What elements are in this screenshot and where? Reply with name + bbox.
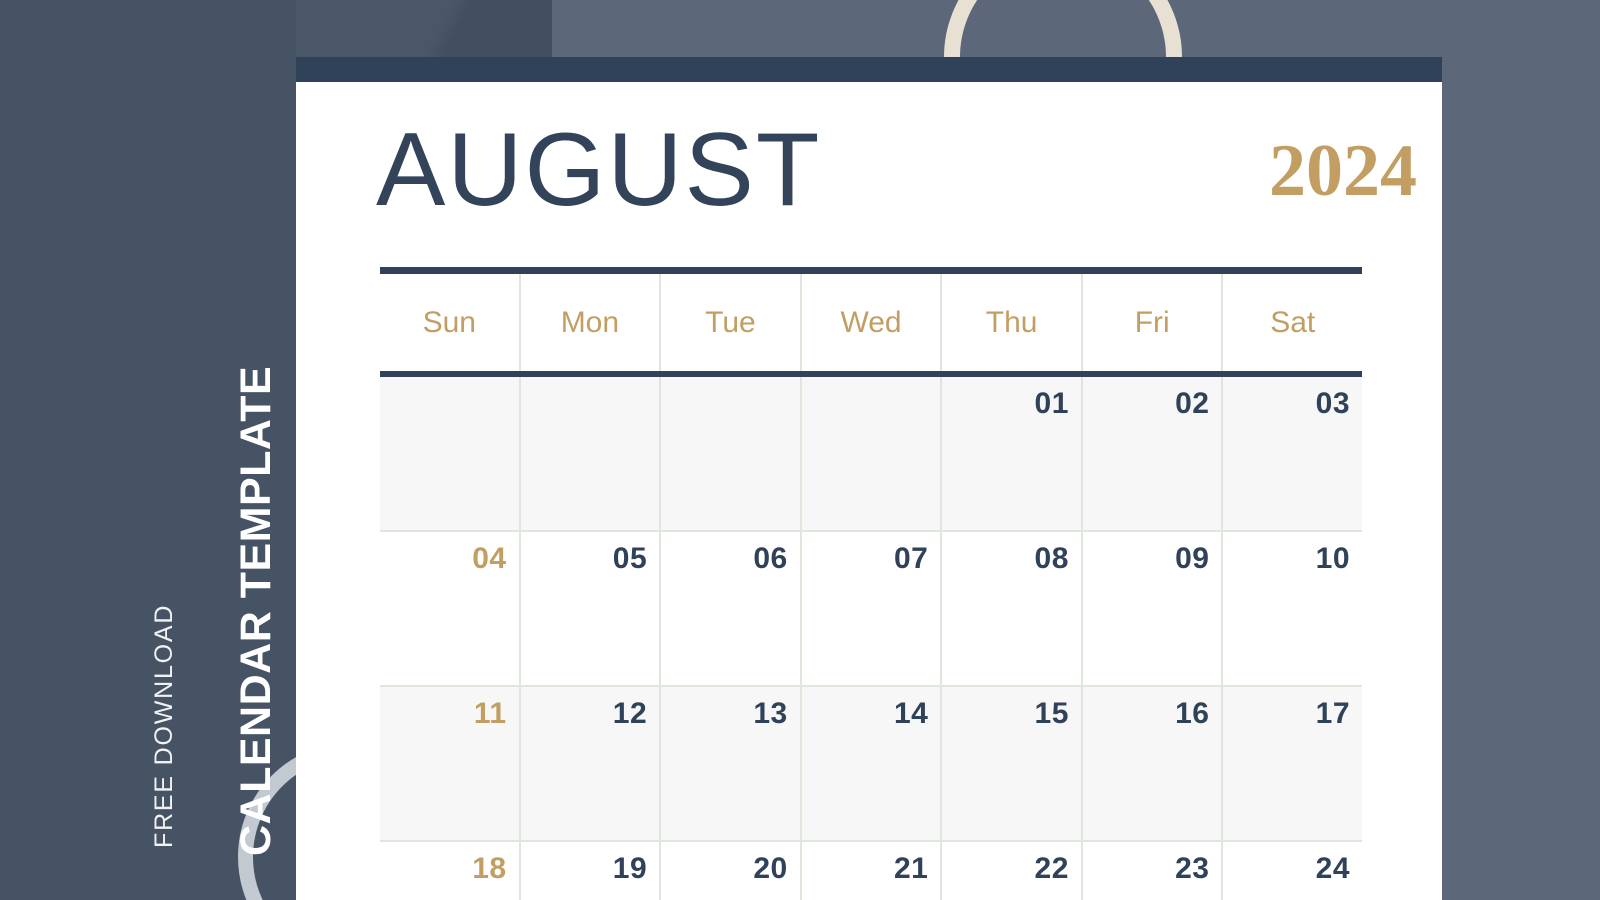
day-cell[interactable]: 06 [661,532,802,685]
day-number: 13 [753,697,788,730]
day-number: 22 [1034,852,1069,885]
day-number: 14 [893,697,929,730]
day-cell[interactable]: 24 [1223,842,1362,900]
day-number: 02 [1175,387,1210,420]
day-cell[interactable]: 12 [521,687,662,840]
day-number: 10 [1315,542,1351,575]
day-number: 19 [612,852,648,885]
month-title: AUGUST [376,112,822,228]
header-rule-top [380,267,1362,274]
day-cell[interactable]: 13 [661,687,802,840]
calendar-weeks: 01 02 03 04 05 06 07 08 09 10 11 12 13 14 15 16 17 18 19 20… [380,377,1362,900]
weekday-wed: Wed [802,274,943,371]
calendar-week-row: 01 02 03 [380,377,1362,532]
day-number: 15 [1034,697,1069,730]
day-cell[interactable]: 18 [380,842,521,900]
sidebar-labels: FREE DOWNLOAD CALENDAR TEMPLATE [0,0,296,900]
day-number: 20 [753,852,788,885]
day-cell[interactable]: 05 [521,532,662,685]
weekday-sat: Sat [1270,305,1316,339]
sidebar-title: CALENDAR TEMPLATE [232,365,280,856]
day-cell[interactable]: 09 [1083,532,1224,685]
day-cell[interactable]: 21 [802,842,943,900]
day-cell-empty [802,377,943,530]
day-cell[interactable]: 14 [802,687,943,840]
day-number: 03 [1315,387,1351,420]
weekday-sun: Sun [380,274,521,371]
day-cell[interactable]: 01 [942,377,1083,530]
day-cell[interactable]: 10 [1223,532,1362,685]
weekday-thu: Thu [942,274,1083,371]
calendar-week-row: 04 05 06 07 08 09 10 [380,532,1362,687]
day-cell[interactable]: 11 [380,687,521,840]
day-cell[interactable]: 17 [1223,687,1362,840]
day-number: 08 [1034,542,1069,575]
day-cell[interactable]: 19 [521,842,662,900]
day-cell[interactable]: 22 [942,842,1083,900]
day-cell[interactable]: 16 [1083,687,1224,840]
day-cell[interactable]: 07 [802,532,943,685]
day-cell[interactable]: 04 [380,532,521,685]
calendar-page: AUGUST 2024 Sun Mon Tue Wed Thu Fri Sat … [296,57,1442,900]
day-cell-empty [380,377,521,530]
weekday-mon: Mon [521,274,662,371]
day-number: 21 [893,852,929,885]
day-number: 17 [1315,697,1351,730]
day-cell-empty [521,377,662,530]
page-top-bar [296,57,1442,82]
year-title: 2024 [1269,130,1417,212]
calendar-header: AUGUST 2024 [376,112,1442,242]
day-cell-empty [661,377,802,530]
day-cell[interactable]: 08 [942,532,1083,685]
day-cell[interactable]: 03 [1223,377,1362,530]
day-cell[interactable]: 20 [661,842,802,900]
day-cell[interactable]: 02 [1083,377,1224,530]
weekday-header-row: Sun Mon Tue Wed Thu Fri Sat [380,274,1362,371]
day-number: 05 [612,542,648,575]
day-number: 24 [1315,852,1351,885]
day-cell[interactable]: 15 [942,687,1083,840]
calendar-template-screenshot: FREE DOWNLOAD CALENDAR TEMPLATE AUGUST 2… [0,0,1600,900]
day-cell[interactable]: 23 [1083,842,1224,900]
day-number: 07 [893,542,929,575]
day-number: 06 [753,542,788,575]
calendar-grid: Sun Mon Tue Wed Thu Fri Sat 01 02 03 04 05 06… [380,267,1362,900]
day-number: 12 [612,697,648,730]
sidebar-subtitle: FREE DOWNLOAD [150,603,178,848]
day-number: 09 [1175,542,1210,575]
calendar-week-row: 18 19 20 21 22 23 24 [380,842,1362,900]
weekday-fri: Fri [1083,274,1224,371]
day-number: 11 [473,697,507,730]
day-number: 16 [1175,697,1210,730]
day-number: 04 [472,542,507,575]
calendar-week-row: 11 12 13 14 15 16 17 [380,687,1362,842]
day-number: 18 [472,852,507,885]
weekday-tue: Tue [661,274,802,371]
day-number: 23 [1175,852,1210,885]
day-number: 01 [1034,387,1069,420]
